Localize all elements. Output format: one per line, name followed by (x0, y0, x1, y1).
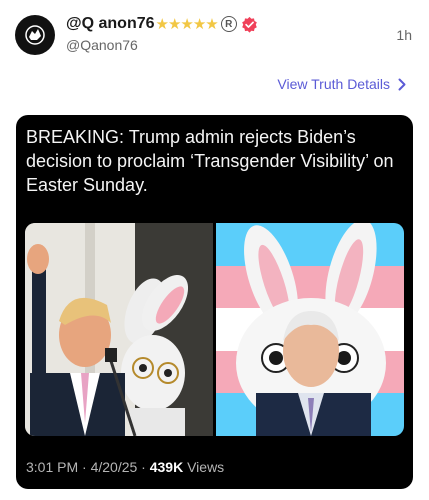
post-headline: BREAKING: Trump admin rejects Biden’s de… (26, 127, 394, 195)
post-header: @Q anon76 ★★★★★ R @Qanon76 1h (0, 0, 429, 70)
chevron-right-icon (398, 78, 406, 90)
display-name[interactable]: @Q anon76 (66, 15, 155, 33)
post-meta: 3:01 PM · 4/20/25 · 439K Views (26, 459, 224, 475)
q-logo-icon (25, 25, 45, 45)
name-row: @Q anon76 ★★★★★ R (66, 13, 258, 35)
views-count: 439K (149, 459, 184, 475)
user-handle[interactable]: @Qanon76 (66, 37, 138, 53)
avatar[interactable] (15, 15, 55, 55)
photo-image-right (216, 223, 404, 436)
view-details-link[interactable]: View Truth Details (277, 76, 406, 92)
biden-easter-bunny-photo[interactable] (216, 223, 404, 436)
quoted-post-card[interactable]: BREAKING: Trump admin rejects Biden’s de… (16, 115, 413, 489)
trump-easter-bunny-photo[interactable] (25, 223, 213, 436)
view-details-label: View Truth Details (277, 76, 390, 92)
registered-icon: R (220, 16, 237, 32)
photo-image-left (25, 223, 213, 436)
verified-badge-icon (241, 16, 257, 33)
views-label: Views (183, 459, 225, 475)
stars-icon: ★★★★★ (155, 16, 219, 33)
post-time: 1h (396, 27, 412, 43)
post-timestamp: 3:01 PM · 4/20/25 · (26, 459, 150, 475)
